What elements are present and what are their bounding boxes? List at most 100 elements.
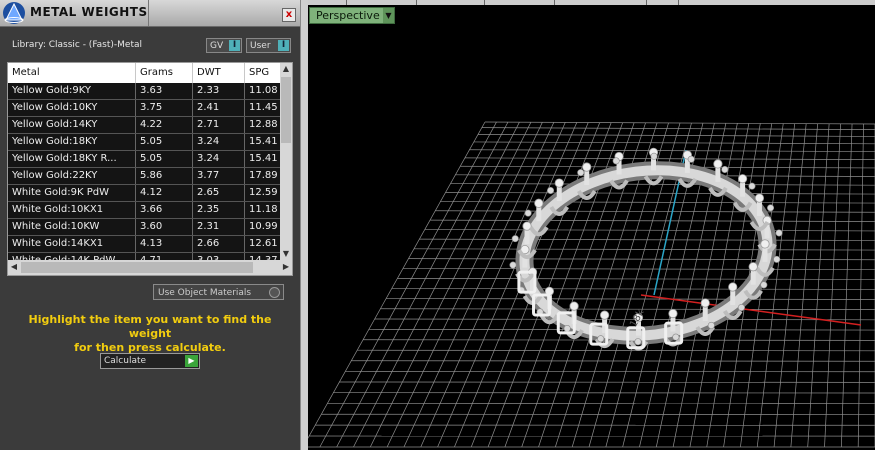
ground-grid xyxy=(308,121,875,448)
dwt-cell: 3.24 xyxy=(193,151,245,167)
spg-cell: 15.41 xyxy=(245,151,281,167)
3d-viewport[interactable]: 18k Perspective ▼ xyxy=(308,0,875,450)
prong-tip xyxy=(728,282,738,292)
bead xyxy=(672,333,680,341)
column-header-metal[interactable]: Metal xyxy=(8,63,136,83)
table-row[interactable]: White Gold:14KX1 4.13 2.66 12.61 xyxy=(8,236,281,253)
bead xyxy=(767,204,775,212)
bead xyxy=(577,169,585,177)
prong-tip xyxy=(668,308,678,319)
table-row[interactable]: Yellow Gold:10KY 3.75 2.41 11.45 xyxy=(8,100,281,117)
grid-line xyxy=(790,123,818,448)
use-object-materials-option[interactable]: Use Object Materials xyxy=(153,284,284,300)
grid-line xyxy=(841,123,853,448)
scroll-down-icon[interactable]: ▼ xyxy=(280,248,292,260)
grid-line xyxy=(374,318,875,321)
table-body: Yellow Gold:9KY 3.63 2.33 11.08 Yellow Gold:… xyxy=(8,83,281,270)
toggle-icon: I xyxy=(278,40,289,51)
calculate-label: Calculate xyxy=(104,356,147,366)
spg-cell: 10.99 xyxy=(245,219,281,235)
bead xyxy=(721,165,729,173)
table-row[interactable]: Yellow Gold:14KY 4.22 2.71 12.88 xyxy=(8,117,281,134)
title-divider xyxy=(148,0,149,26)
scroll-left-icon[interactable]: ◀ xyxy=(8,261,20,273)
library-label: Library: Classic - (Fast)-Metal xyxy=(12,40,143,50)
prong-tip xyxy=(554,178,564,188)
metal-table: Metal Grams DWT SPG Yellow Gold:9KY 3.63 2… xyxy=(7,62,293,276)
panel-title-bar: METAL WEIGHTS x xyxy=(0,0,300,27)
dwt-cell: 2.65 xyxy=(193,185,245,201)
app-logo-icon xyxy=(3,2,25,24)
calculate-button[interactable]: Calculate ▶ xyxy=(100,353,200,369)
grams-cell: 3.60 xyxy=(136,219,193,235)
ring-model[interactable] xyxy=(509,147,783,351)
grams-cell: 3.75 xyxy=(136,100,193,116)
spg-cell: 12.88 xyxy=(245,117,281,133)
view-mode-dropdown[interactable]: Perspective ▼ xyxy=(309,7,395,24)
horizontal-scrollbar[interactable]: ◀ ▶ xyxy=(8,260,292,275)
grid-line xyxy=(773,123,807,448)
metal-cell: Yellow Gold:18KY R... xyxy=(8,151,136,167)
column-header-grams[interactable]: Grams xyxy=(136,63,193,83)
radio-icon[interactable] xyxy=(269,287,280,298)
bead xyxy=(737,304,745,312)
scroll-right-icon[interactable]: ▶ xyxy=(280,261,292,273)
instruction-text: Highlight the item you want to find the … xyxy=(10,313,290,355)
spg-cell: 12.59 xyxy=(245,185,281,201)
table-row[interactable]: Yellow Gold:22KY 5.86 3.77 17.89 xyxy=(8,168,281,185)
scroll-thumb-horizontal[interactable] xyxy=(21,262,253,273)
bead xyxy=(650,152,658,160)
table-row[interactable]: White Gold:10KW 3.60 2.31 10.99 xyxy=(8,219,281,236)
close-button[interactable]: x xyxy=(282,8,296,22)
toggle-icon: I xyxy=(229,40,240,51)
prong-tip xyxy=(713,159,723,169)
panel-title: METAL WEIGHTS xyxy=(30,5,148,19)
scroll-up-icon[interactable]: ▲ xyxy=(280,63,292,75)
column-header-dwt[interactable]: DWT xyxy=(193,63,245,83)
metal-weights-panel: METAL WEIGHTS x Library: Classic - (Fast… xyxy=(0,0,300,450)
dwt-cell: 3.24 xyxy=(193,134,245,150)
grams-cell: 3.66 xyxy=(136,202,193,218)
scroll-thumb[interactable] xyxy=(281,77,291,143)
column-header-spg[interactable]: SPG xyxy=(245,63,281,83)
bead xyxy=(509,261,517,269)
view-mode-label: Perspective xyxy=(316,9,380,22)
metal-cell: White Gold:14KX1 xyxy=(8,236,136,252)
bead xyxy=(707,321,715,329)
grams-cell: 5.05 xyxy=(136,151,193,167)
metal-cell: Yellow Gold:9KY xyxy=(8,83,136,99)
grams-cell: 5.86 xyxy=(136,168,193,184)
vertical-scrollbar[interactable]: ▲ ▼ xyxy=(280,63,292,260)
user-toggle[interactable]: User I xyxy=(246,38,291,53)
table-row[interactable]: Yellow Gold:18KY R... 5.05 3.24 15.41 xyxy=(8,151,281,168)
grams-cell: 4.22 xyxy=(136,117,193,133)
grid-line xyxy=(386,298,875,300)
bead xyxy=(511,235,519,243)
table-row[interactable]: White Gold:9K PdW 4.12 2.65 12.59 xyxy=(8,185,281,202)
table-row[interactable]: White Gold:10KX1 3.66 2.35 11.18 xyxy=(8,202,281,219)
dwt-cell: 2.35 xyxy=(193,202,245,218)
scene-canvas[interactable]: 18k xyxy=(308,0,875,450)
prong-tip xyxy=(600,310,610,320)
grid-line xyxy=(807,123,830,448)
grams-cell: 3.63 xyxy=(136,83,193,99)
grid-line xyxy=(357,349,875,352)
bead xyxy=(773,255,781,263)
table-row[interactable]: Yellow Gold:18KY 5.05 3.24 15.41 xyxy=(8,134,281,151)
metal-cell: Yellow Gold:22KY xyxy=(8,168,136,184)
bead xyxy=(547,186,555,194)
bead xyxy=(524,209,532,217)
chevron-down-icon[interactable]: ▼ xyxy=(383,8,394,23)
spg-cell: 15.41 xyxy=(245,134,281,150)
use-object-materials-label: Use Object Materials xyxy=(158,288,252,298)
grid-line xyxy=(857,123,864,448)
grid-line xyxy=(336,121,509,448)
dwt-cell: 2.31 xyxy=(193,219,245,235)
prong-tip xyxy=(534,198,544,208)
table-row[interactable]: Yellow Gold:9KY 3.63 2.33 11.08 xyxy=(8,83,281,100)
metal-cell: Yellow Gold:14KY xyxy=(8,117,136,133)
grid-line xyxy=(824,123,841,448)
bead xyxy=(760,281,768,289)
prong-tip xyxy=(748,262,758,272)
gv-toggle[interactable]: GV I xyxy=(206,38,242,53)
